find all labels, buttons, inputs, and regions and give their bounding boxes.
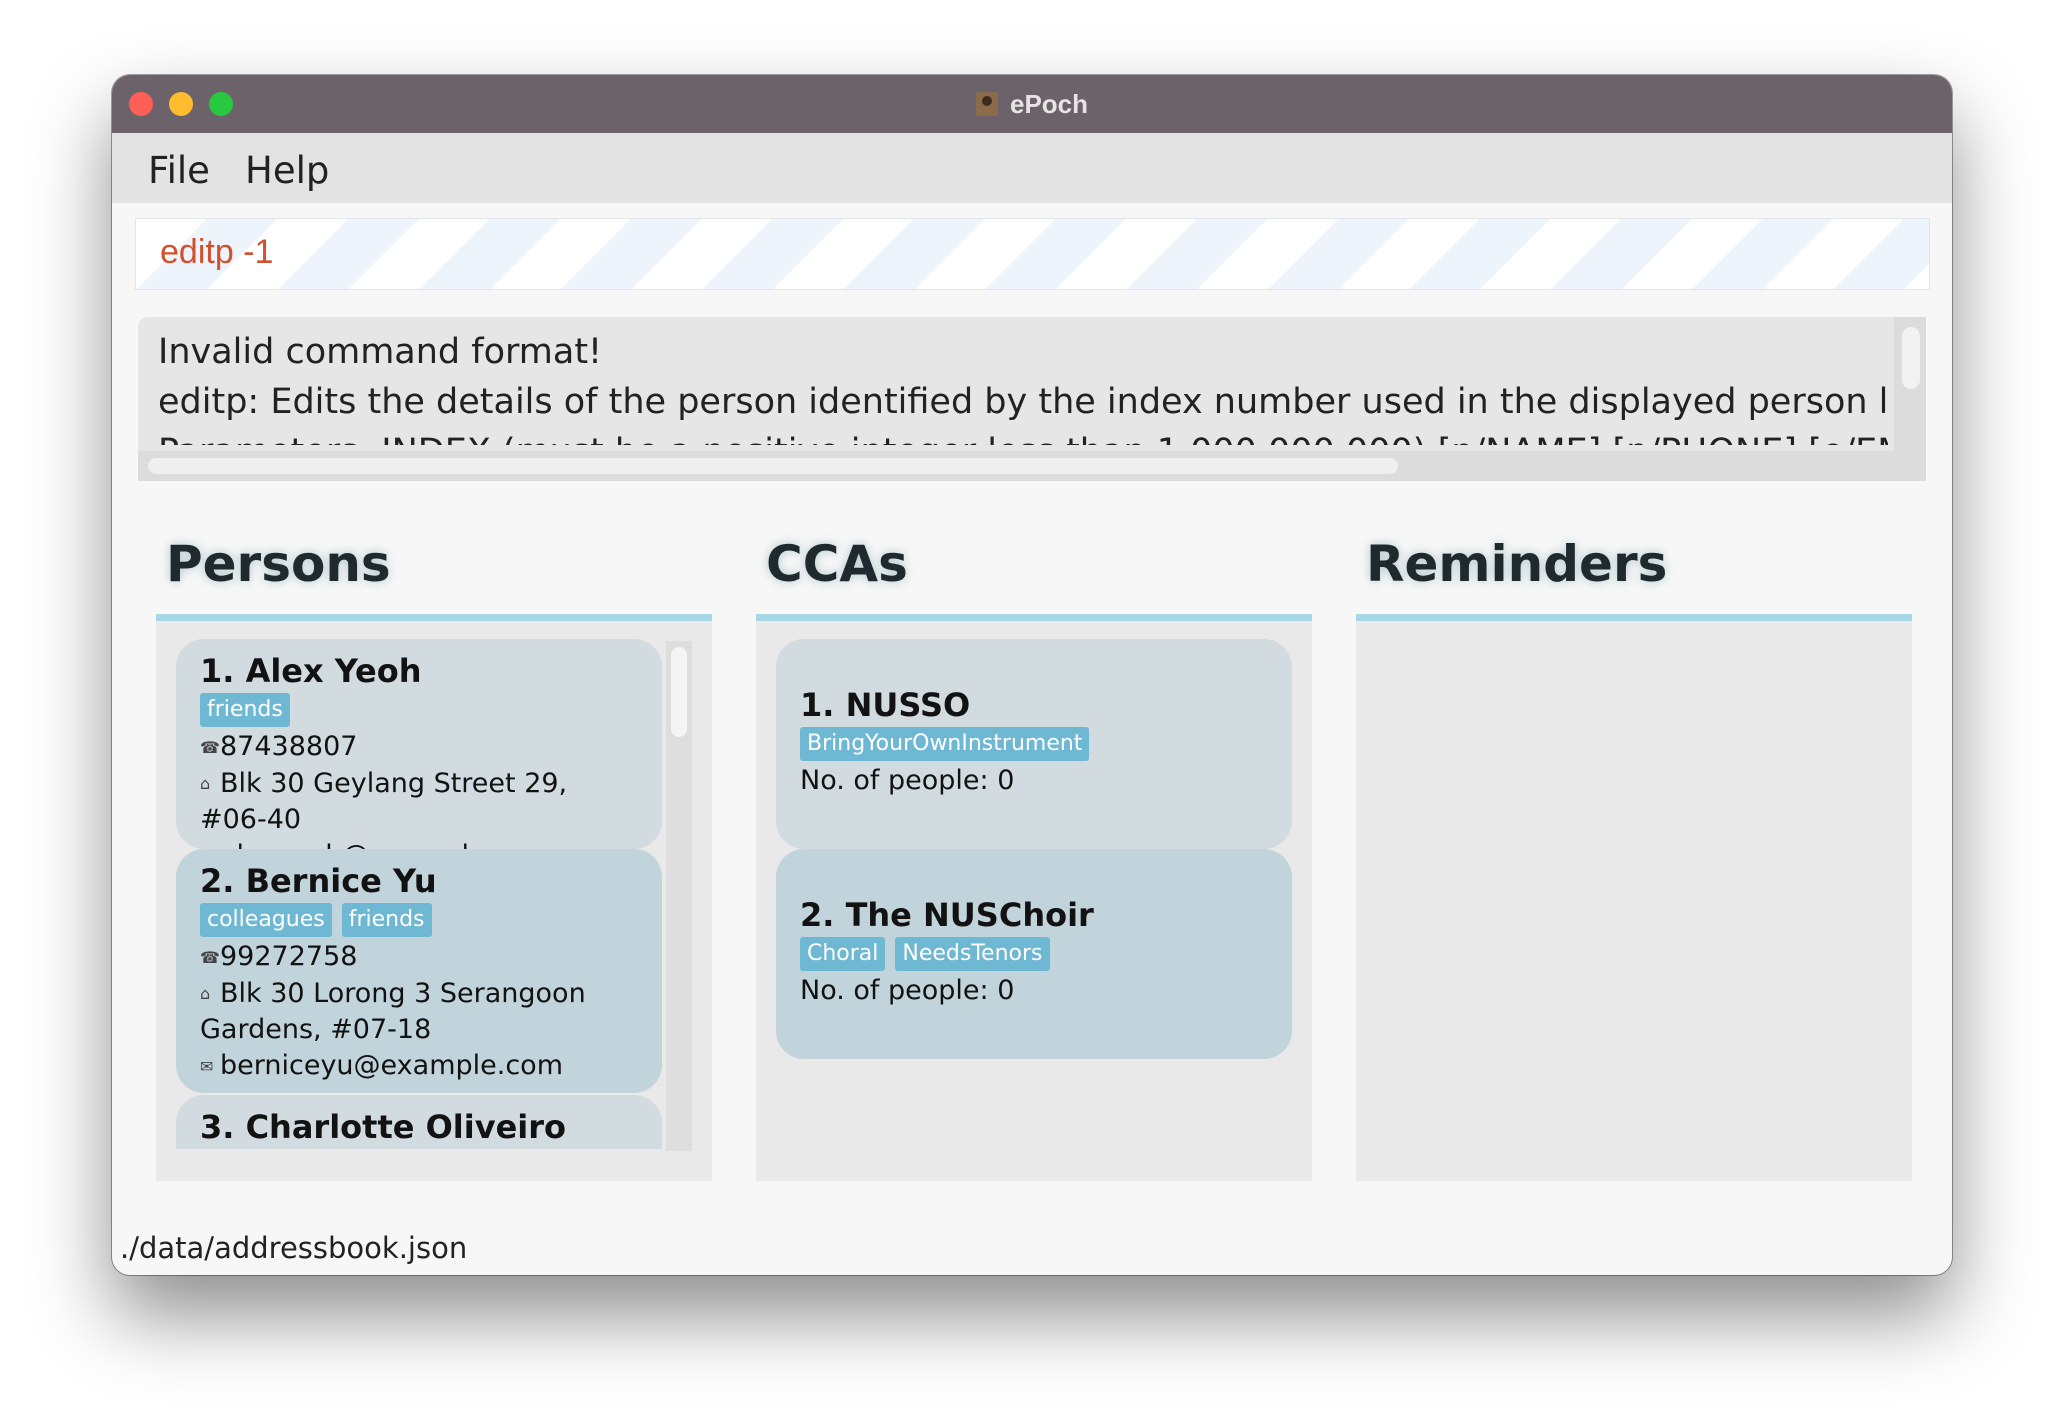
ccas-panel: 1. NUSSO BringYourOwnInstrument No. of p… xyxy=(756,614,1312,1181)
ccas-list[interactable]: 1. NUSSO BringYourOwnInstrument No. of p… xyxy=(776,639,1310,1149)
phone-text: 87438807 xyxy=(220,731,358,762)
scroll-thumb[interactable] xyxy=(1902,327,1920,389)
address-text: Blk 30 Geylang Street 29, #06-40 xyxy=(200,767,568,836)
cca-people: No. of people: 0 xyxy=(800,975,1015,1006)
result-line: Invalid command format! xyxy=(158,332,603,372)
person-tags: colleagues friends xyxy=(200,903,638,939)
window-title-text: ePoch xyxy=(1009,88,1089,119)
persons-list[interactable]: 1. Alex Yeoh friends ☎87438807 ⌂ Blk 30 G… xyxy=(176,639,710,1149)
scroll-thumb[interactable] xyxy=(148,458,1398,474)
tag: Choral xyxy=(800,937,886,971)
menu-bar: File Help xyxy=(112,133,1952,203)
persons-scrollbar[interactable] xyxy=(666,641,692,1151)
app-window: ePoch File Help editp -1 Invalid command… xyxy=(112,75,1952,1275)
reminders-title: Reminders xyxy=(1366,535,1668,593)
status-bar-path: ./data/addressbook.json xyxy=(120,1231,468,1265)
scroll-thumb[interactable] xyxy=(671,647,687,737)
cca-tags: Choral NeedsTenors xyxy=(800,937,1268,973)
cca-name: 2. The NUSChoir xyxy=(800,896,1094,934)
result-line: editp: Edits the details of the person i… xyxy=(158,382,1888,422)
menu-help[interactable]: Help xyxy=(245,149,329,192)
phone-icon: ☎ xyxy=(200,947,220,967)
result-text: Invalid command format! editp: Edits the… xyxy=(158,327,1888,445)
person-phone: ☎87438807 xyxy=(200,729,638,766)
reminders-list[interactable] xyxy=(1376,639,1910,1149)
tag: friends xyxy=(341,903,432,937)
person-address: ⌂ Blk 30 Lorong 3 Serangoon xyxy=(200,976,638,1013)
person-tags: friends xyxy=(200,693,638,729)
persons-title: Persons xyxy=(166,535,391,593)
cca-card[interactable]: 2. The NUSChoir Choral NeedsTenors No. of… xyxy=(776,849,1292,1059)
menu-file[interactable]: File xyxy=(148,149,210,192)
home-icon: ⌂ xyxy=(200,774,211,793)
tag: friends xyxy=(200,693,290,727)
tag: BringYourOwnInstrument xyxy=(800,727,1090,761)
person-phone: ☎99272758 xyxy=(200,939,638,976)
person-card[interactable]: 1. Alex Yeoh friends ☎87438807 ⌂ Blk 30 G… xyxy=(176,639,662,871)
person-name: 2. Bernice Yu xyxy=(200,862,437,900)
person-address: ⌂ Blk 30 Geylang Street 29, #06-40 xyxy=(200,766,638,839)
person-card[interactable]: 2. Bernice Yu colleagues friends ☎9927275… xyxy=(176,849,662,1093)
title-bar: ePoch xyxy=(112,75,1952,134)
person-address-cont: Gardens, #07-18 xyxy=(200,1014,432,1045)
cca-name: 1. NUSSO xyxy=(800,686,971,724)
cca-tags: BringYourOwnInstrument xyxy=(800,727,1268,763)
contacts-app-icon xyxy=(975,92,998,116)
command-input[interactable]: editp -1 xyxy=(160,233,273,272)
email-icon: ✉ xyxy=(200,1056,214,1076)
result-line: Parameters: INDEX (must be a positive in… xyxy=(158,427,1888,445)
email-text: berniceyu@example.com xyxy=(220,1050,563,1081)
phone-text: 99272758 xyxy=(220,941,358,972)
phone-icon: ☎ xyxy=(200,737,220,757)
result-horizontal-scrollbar[interactable] xyxy=(138,451,1894,481)
reminders-panel xyxy=(1356,614,1912,1181)
person-email: ✉ berniceyu@example.com xyxy=(200,1048,638,1085)
result-vertical-scrollbar[interactable] xyxy=(1894,317,1926,481)
tag: NeedsTenors xyxy=(895,937,1050,971)
tag: colleagues xyxy=(200,903,332,937)
persons-panel: 1. Alex Yeoh friends ☎87438807 ⌂ Blk 30 G… xyxy=(156,614,712,1181)
address-text: Blk 30 Lorong 3 Serangoon xyxy=(220,977,586,1009)
person-card[interactable]: 3. Charlotte Oliveiro xyxy=(176,1095,662,1149)
result-display: Invalid command format! editp: Edits the… xyxy=(138,317,1926,481)
person-name: 3. Charlotte Oliveiro xyxy=(200,1108,567,1146)
cca-card[interactable]: 1. NUSSO BringYourOwnInstrument No. of p… xyxy=(776,639,1292,849)
ccas-title: CCAs xyxy=(766,535,908,593)
command-box[interactable]: editp -1 xyxy=(135,218,1930,290)
person-name: 1. Alex Yeoh xyxy=(200,652,422,690)
home-icon: ⌂ xyxy=(200,984,211,1003)
cca-people: No. of people: 0 xyxy=(800,765,1015,796)
window-title: ePoch xyxy=(112,75,1952,133)
